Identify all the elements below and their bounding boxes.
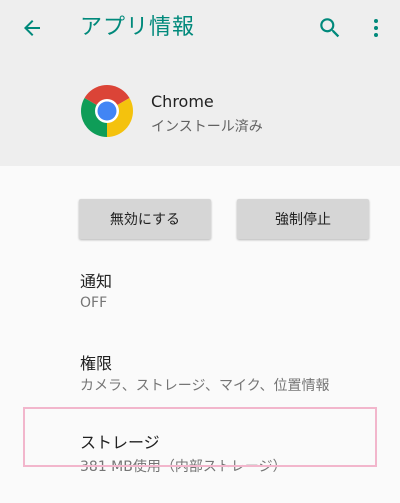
page-title: アプリ情報 xyxy=(80,15,196,40)
permissions-setting[interactable]: 権限 カメラ、ストレージ、マイク、位置情報 xyxy=(0,344,400,402)
back-button[interactable] xyxy=(14,10,50,46)
notifications-title: 通知 xyxy=(80,272,113,291)
app-install-status: インストール済み xyxy=(151,119,263,135)
notifications-setting[interactable]: 通知 OFF xyxy=(0,262,400,326)
arrow-back-icon xyxy=(24,20,40,36)
storage-highlight-frame xyxy=(23,407,377,467)
more-vert-icon xyxy=(374,19,378,37)
app-header xyxy=(0,56,400,166)
force-stop-button[interactable]: 強制停止 xyxy=(237,199,369,239)
permissions-title: 権限 xyxy=(80,354,113,373)
search-button[interactable] xyxy=(312,10,348,46)
disable-button[interactable]: 無効にする xyxy=(79,199,211,239)
search-icon xyxy=(320,18,340,38)
notifications-summary: OFF xyxy=(80,295,108,311)
more-options-button[interactable] xyxy=(360,10,392,46)
app-name: Chrome xyxy=(151,92,214,111)
chrome-icon xyxy=(81,85,133,137)
app-bar: アプリ情報 xyxy=(0,0,400,56)
permissions-summary: カメラ、ストレージ、マイク、位置情報 xyxy=(80,378,330,394)
